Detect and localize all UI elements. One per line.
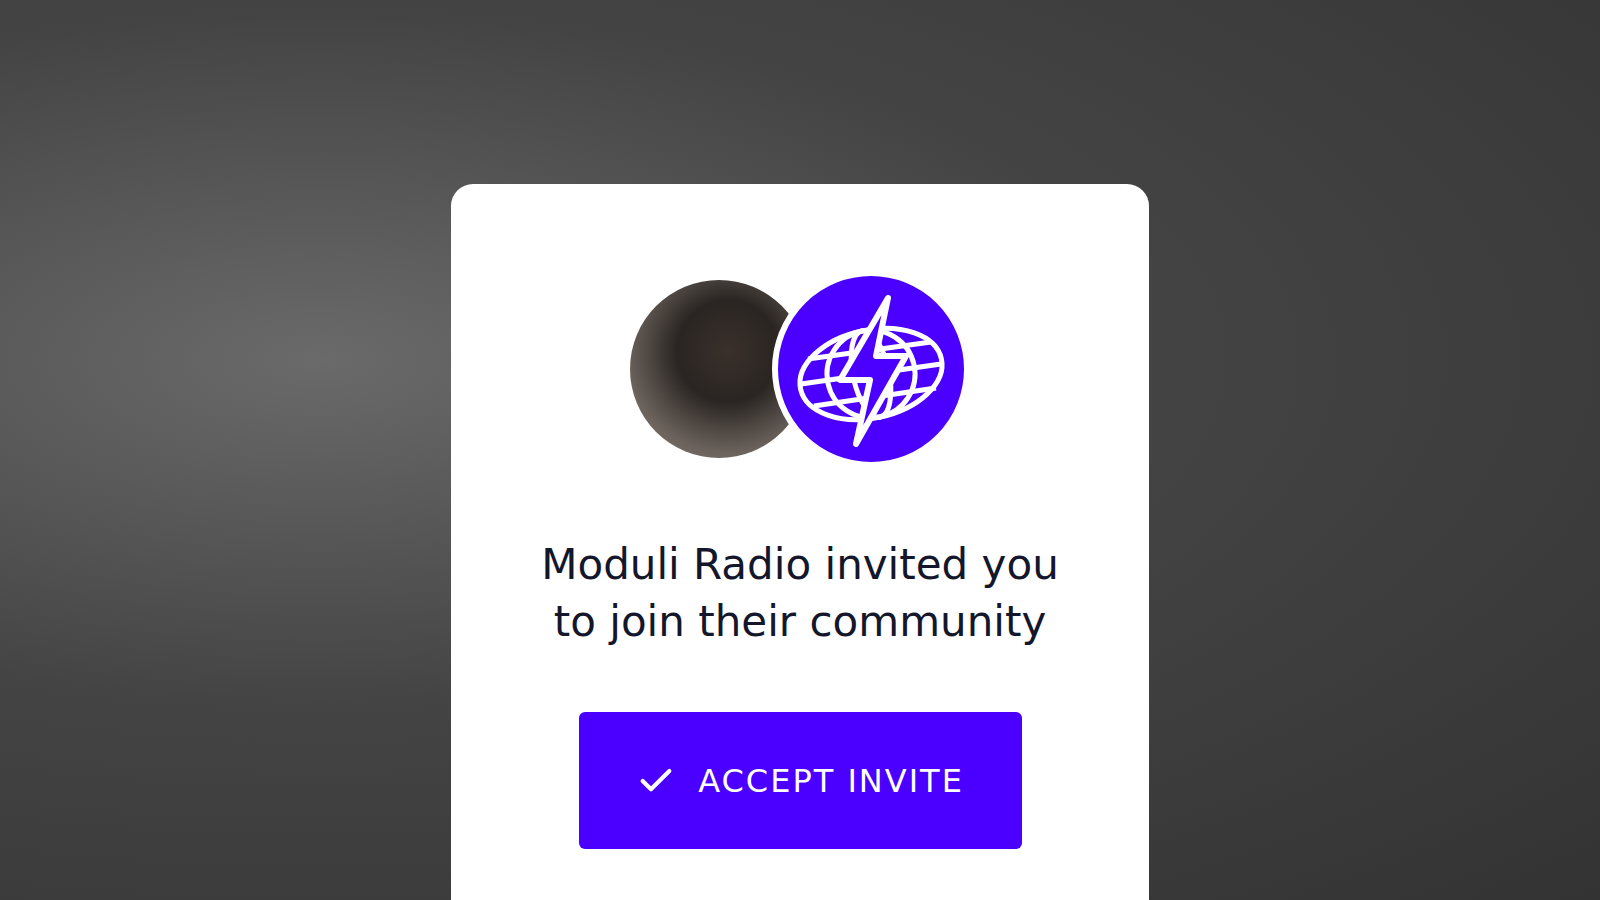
invite-message: Moduli Radio invited youto join their co… <box>541 536 1059 650</box>
invite-page: Moduli Radio invited youto join their co… <box>0 0 1600 900</box>
avatar-row <box>630 270 970 468</box>
accept-invite-button[interactable]: ACCEPT INVITE <box>579 712 1022 849</box>
invite-message-line: Moduli Radio invited you <box>541 536 1059 593</box>
globe-bolt-icon <box>786 284 956 454</box>
community-logo <box>772 270 970 468</box>
invite-message-line: to join their community <box>554 593 1047 650</box>
accept-invite-label: ACCEPT INVITE <box>698 762 964 800</box>
invite-card: Moduli Radio invited youto join their co… <box>451 184 1149 900</box>
check-icon <box>636 761 676 801</box>
